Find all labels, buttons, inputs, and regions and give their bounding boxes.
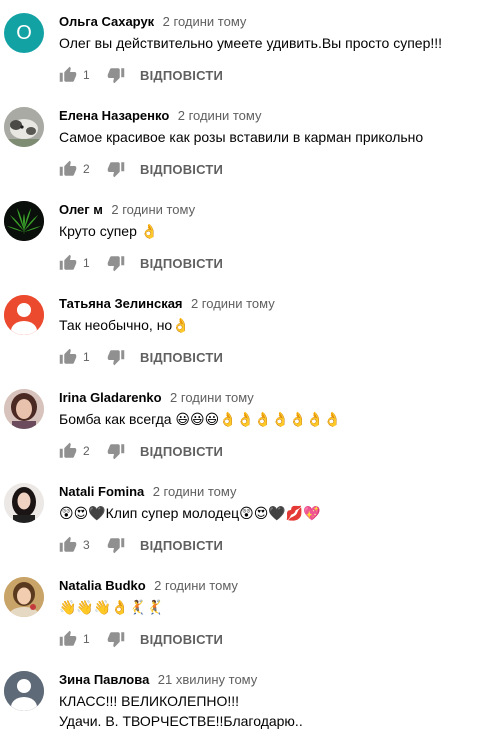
painting-avatar-icon (4, 577, 44, 617)
comment-header: Татьяна Зелинская 2 години тому (59, 295, 275, 313)
comment-text: 😲😍🖤Клип супер молодец😲😍🖤💋💖 (59, 505, 321, 521)
comment-text: 👋👋👋👌🤾🤾 (59, 599, 164, 615)
reply-button[interactable]: ВІДПОВІСТИ (140, 162, 223, 177)
comment-header: Зина Павлова 21 хвилину тому (59, 671, 257, 689)
comment-time[interactable]: 2 години тому (178, 108, 262, 123)
comments-list: О Ольга Сахарук 2 години тому Олег вы де… (0, 0, 482, 739)
comment-text: Олег вы действительно умеете удивить.Вы … (59, 35, 443, 51)
author-name[interactable]: Natalia Budko (59, 578, 146, 593)
comment-time[interactable]: 2 години тому (154, 578, 238, 593)
thumb-up-icon[interactable] (59, 630, 77, 648)
default-person-avatar-icon (4, 295, 44, 335)
thumb-down-icon[interactable] (107, 536, 125, 554)
avatar[interactable] (4, 107, 44, 147)
like-count: 2 (83, 444, 90, 458)
like-count: 1 (83, 632, 90, 646)
woman-photo-avatar-icon (4, 389, 44, 429)
comment-header: Natali Fomina 2 години тому (59, 483, 236, 501)
comment-header: Елена Назаренко 2 години тому (59, 107, 262, 125)
thumb-up-icon[interactable] (59, 442, 77, 460)
comment-time[interactable]: 2 години тому (191, 296, 275, 311)
author-name[interactable]: Татьяна Зелинская (59, 296, 183, 311)
like-count: 3 (83, 538, 90, 552)
comment-text: Так необычно, но👌 (59, 317, 190, 333)
author-name[interactable]: Зина Павлова (59, 672, 149, 687)
author-name[interactable]: Natali Fomina (59, 484, 144, 499)
reply-button[interactable]: ВІДПОВІСТИ (140, 632, 223, 647)
thumb-down-icon[interactable] (107, 254, 125, 272)
like-count: 1 (83, 256, 90, 270)
dog-photo-avatar-icon (4, 107, 44, 147)
author-name[interactable]: Irina Gladarenko (59, 390, 162, 405)
reply-button[interactable]: ВІДПОВІСТИ (140, 538, 223, 553)
comment-actions: 3 ВІДПОВІСТИ (59, 535, 223, 555)
comment-actions: 1 ВІДПОВІСТИ (59, 65, 223, 85)
avatar[interactable] (4, 577, 44, 617)
comment-time[interactable]: 2 години тому (153, 484, 237, 499)
avatar[interactable] (4, 201, 44, 241)
thumb-down-icon[interactable] (107, 160, 125, 178)
thumb-up-icon[interactable] (59, 66, 77, 84)
author-name[interactable]: Ольга Сахарук (59, 14, 154, 29)
like-count: 1 (83, 350, 90, 364)
comment-time[interactable]: 21 хвилину тому (158, 672, 258, 687)
author-name[interactable]: Елена Назаренко (59, 108, 169, 123)
avatar[interactable] (4, 483, 44, 523)
thumb-up-icon[interactable] (59, 536, 77, 554)
avatar[interactable] (4, 671, 44, 711)
thumb-down-icon[interactable] (107, 66, 125, 84)
thumb-down-icon[interactable] (107, 630, 125, 648)
thumb-down-icon[interactable] (107, 348, 125, 366)
comment-header: Олег м 2 години тому (59, 201, 195, 219)
thumb-down-icon[interactable] (107, 442, 125, 460)
reply-button[interactable]: ВІДПОВІСТИ (140, 444, 223, 459)
comment-header: Irina Gladarenko 2 години тому (59, 389, 254, 407)
avatar[interactable] (4, 295, 44, 335)
thumb-up-icon[interactable] (59, 160, 77, 178)
author-name[interactable]: Олег м (59, 202, 103, 217)
like-count: 1 (83, 68, 90, 82)
comment-actions: 1 ВІДПОВІСТИ (59, 629, 223, 649)
thumb-up-icon[interactable] (59, 254, 77, 272)
comment-header: Ольга Сахарук 2 години тому (59, 13, 246, 31)
default-person-avatar-icon (4, 671, 44, 711)
comment-header: Natalia Budko 2 години тому (59, 577, 238, 595)
comment-time[interactable]: 2 години тому (163, 14, 247, 29)
comment-text: КЛАСС!!! ВЕЛИКОЛЕПНО!!! Удачи. В. ТВОРЧЕ… (59, 693, 303, 729)
comment-text: Самое красивое как розы вставили в карма… (59, 129, 424, 145)
woman-photo-avatar-icon (4, 483, 44, 523)
comment-text: Круто супер 👌 (59, 223, 159, 239)
cannabis-leaf-avatar-icon (4, 201, 44, 241)
thumb-up-icon[interactable] (59, 348, 77, 366)
like-count: 2 (83, 162, 90, 176)
comment-actions: 2 ВІДПОВІСТИ (59, 159, 223, 179)
reply-button[interactable]: ВІДПОВІСТИ (140, 68, 223, 83)
comment-text: Бомба как всегда 😃😃😃👌👌👌👌👌👌👌 (59, 411, 342, 427)
reply-button[interactable]: ВІДПОВІСТИ (140, 350, 223, 365)
comment-actions: 2 ВІДПОВІСТИ (59, 441, 223, 461)
comment-time[interactable]: 2 години тому (111, 202, 195, 217)
avatar[interactable]: О (4, 13, 44, 53)
comment-actions: 1 ВІДПОВІСТИ (59, 347, 223, 367)
reply-button[interactable]: ВІДПОВІСТИ (140, 256, 223, 271)
comment-actions: 1 ВІДПОВІСТИ (59, 253, 223, 273)
comment-time[interactable]: 2 години тому (170, 390, 254, 405)
avatar[interactable] (4, 389, 44, 429)
avatar-letter: О (16, 22, 32, 44)
